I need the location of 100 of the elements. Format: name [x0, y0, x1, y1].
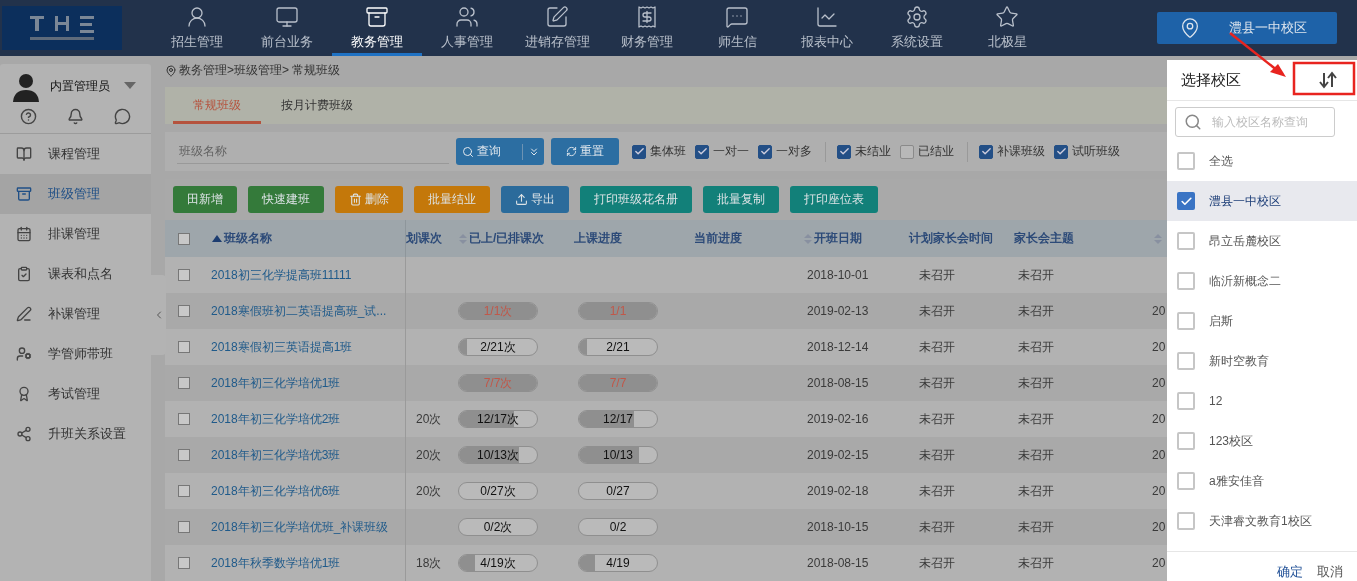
- column-header: 计划家长会时间: [909, 230, 993, 247]
- nav-tab[interactable]: 报表中心: [782, 0, 872, 56]
- campus-option[interactable]: 天津睿文教育1校区: [1167, 501, 1357, 541]
- nav-tab[interactable]: 进销存管理: [512, 0, 602, 56]
- row-checkbox[interactable]: [178, 305, 190, 317]
- chat-icon[interactable]: [114, 108, 131, 125]
- sidebar-item[interactable]: 学管师带班: [0, 334, 151, 374]
- row-checkbox[interactable]: [178, 413, 190, 425]
- row-checkbox[interactable]: [178, 521, 190, 533]
- checkbox[interactable]: [1177, 272, 1195, 290]
- nav-icon: [725, 5, 749, 29]
- table-cell: 未召开: [1018, 554, 1054, 572]
- class-name-link[interactable]: 2018年初三化学培优6班: [211, 482, 341, 500]
- campus-option[interactable]: 启斯: [1167, 301, 1357, 341]
- reset-button[interactable]: 重置: [551, 138, 619, 166]
- campus-option[interactable]: 澧县一中校区: [1167, 181, 1357, 221]
- search-box[interactable]: 输入校区名称查询: [1175, 107, 1335, 137]
- table-cell: 未召开: [1018, 302, 1054, 320]
- action-button[interactable]: 快速建班: [248, 186, 324, 214]
- caret-icon[interactable]: [124, 82, 136, 90]
- campus-option[interactable]: 12: [1167, 381, 1357, 421]
- sidebar-item[interactable]: 排课管理: [0, 214, 151, 254]
- cancel-button[interactable]: 取消: [1317, 563, 1343, 581]
- class-name-link[interactable]: 2018寒假初三英语提高1班: [211, 338, 353, 356]
- action-button[interactable]: 田新增: [173, 186, 237, 214]
- campus-option[interactable]: 昂立岳麓校区: [1167, 221, 1357, 261]
- sidebar-item[interactable]: 升班关系设置: [0, 414, 151, 454]
- campus-button[interactable]: 澧县一中校区: [1157, 12, 1337, 44]
- query-button[interactable]: 查询: [456, 138, 544, 166]
- class-name-link[interactable]: 2018年秋季数学培优1班: [211, 554, 341, 572]
- checkbox[interactable]: [1177, 352, 1195, 370]
- checkbox[interactable]: [1177, 152, 1195, 170]
- search-field[interactable]: 班级名称: [177, 139, 449, 164]
- table-cell: 20次: [416, 410, 442, 428]
- row-checkbox[interactable]: [178, 377, 190, 389]
- nav-tab[interactable]: 师生信: [692, 0, 782, 56]
- nav-icon: [815, 5, 839, 29]
- class-name-link[interactable]: 2018寒假班初二英语提高班_试...: [211, 302, 387, 320]
- row-checkbox[interactable]: [178, 449, 190, 461]
- checkbox[interactable]: [1177, 232, 1195, 250]
- action-button[interactable]: 打印座位表: [790, 186, 878, 214]
- filter-checkbox[interactable]: 未结业: [837, 143, 891, 161]
- select-all-checkbox[interactable]: [178, 232, 190, 245]
- column-header: 已上/已排课次: [469, 230, 545, 247]
- row-checkbox[interactable]: [178, 341, 190, 353]
- campus-search-field[interactable]: 输入校区名称查询: [1210, 109, 1334, 135]
- table-cell: 2019-02-18: [807, 484, 869, 498]
- progress-text: 1/1: [609, 303, 627, 319]
- help-icon[interactable]: [20, 108, 37, 125]
- menu-icon: [16, 306, 32, 322]
- nav-icon: [635, 5, 659, 29]
- nav-tab[interactable]: 财务管理: [602, 0, 692, 56]
- nav-tab[interactable]: 招生管理: [152, 0, 242, 56]
- column-header: 当前进度: [694, 230, 742, 247]
- filter-checkbox[interactable]: 已结业: [900, 143, 954, 161]
- class-name-link[interactable]: 2018初三化学提高班11111: [211, 266, 352, 284]
- confirm-button[interactable]: 确定: [1277, 563, 1303, 581]
- campus-option[interactable]: 临沂新概念二: [1167, 261, 1357, 301]
- nav-tab[interactable]: 前台业务: [242, 0, 332, 56]
- row-checkbox[interactable]: [178, 269, 190, 281]
- nav-tab[interactable]: 北极星: [962, 0, 1052, 56]
- column-header: 班级名称: [224, 230, 272, 247]
- menu-icon: [16, 386, 32, 402]
- sidebar-item[interactable]: 课表和点名: [0, 254, 151, 294]
- row-checkbox[interactable]: [178, 485, 190, 497]
- tab[interactable]: 按月计费班级: [273, 87, 361, 125]
- action-button[interactable]: 批量复制: [703, 186, 779, 214]
- nav-tab[interactable]: 系统设置: [872, 0, 962, 56]
- filter-checkbox[interactable]: 试听班级: [1054, 143, 1120, 161]
- filter-checkbox[interactable]: 一对一: [695, 143, 749, 161]
- campus-option[interactable]: 123校区: [1167, 421, 1357, 461]
- checkbox[interactable]: [1177, 312, 1195, 330]
- campus-option[interactable]: 全选: [1167, 141, 1357, 181]
- sort-arrows-icon: [1319, 71, 1337, 89]
- location-icon: [1179, 17, 1201, 39]
- checkbox[interactable]: [1177, 432, 1195, 450]
- sort-icon[interactable]: [212, 235, 222, 242]
- checkbox[interactable]: [1177, 472, 1195, 490]
- bell-icon[interactable]: [67, 108, 84, 125]
- class-name-link[interactable]: 2018年初三化学培优班_补课班级: [211, 518, 389, 536]
- checkbox[interactable]: [1177, 392, 1195, 410]
- class-name-link[interactable]: 2018年初三化学培优2班: [211, 410, 341, 428]
- filter-checkbox[interactable]: 补课班级: [979, 143, 1045, 161]
- class-name-link[interactable]: 2018年初三化学培优1班: [211, 374, 341, 392]
- checkbox[interactable]: [1177, 192, 1195, 210]
- nav-tab[interactable]: 人事管理: [422, 0, 512, 56]
- nav-tab[interactable]: 教务管理: [332, 0, 422, 56]
- sidebar-item[interactable]: 考试管理: [0, 374, 151, 414]
- checkbox[interactable]: [1177, 512, 1195, 530]
- class-name-link[interactable]: 2018年初三化学培优3班: [211, 446, 341, 464]
- action-button[interactable]: 打印班级花名册: [580, 186, 692, 214]
- campus-option[interactable]: 新时空教育: [1167, 341, 1357, 381]
- campus-option[interactable]: a雅安佳音: [1167, 461, 1357, 501]
- row-checkbox[interactable]: [178, 557, 190, 569]
- sidebar-item[interactable]: 补课管理: [0, 294, 151, 334]
- filter-checkbox[interactable]: 集体班: [632, 143, 686, 161]
- action-button[interactable]: 导出: [501, 186, 569, 214]
- filter-checkbox[interactable]: 一对多: [758, 143, 812, 161]
- sidebar-item[interactable]: 班级管理: [0, 174, 151, 214]
- sidebar-item[interactable]: 课程管理: [0, 134, 151, 174]
